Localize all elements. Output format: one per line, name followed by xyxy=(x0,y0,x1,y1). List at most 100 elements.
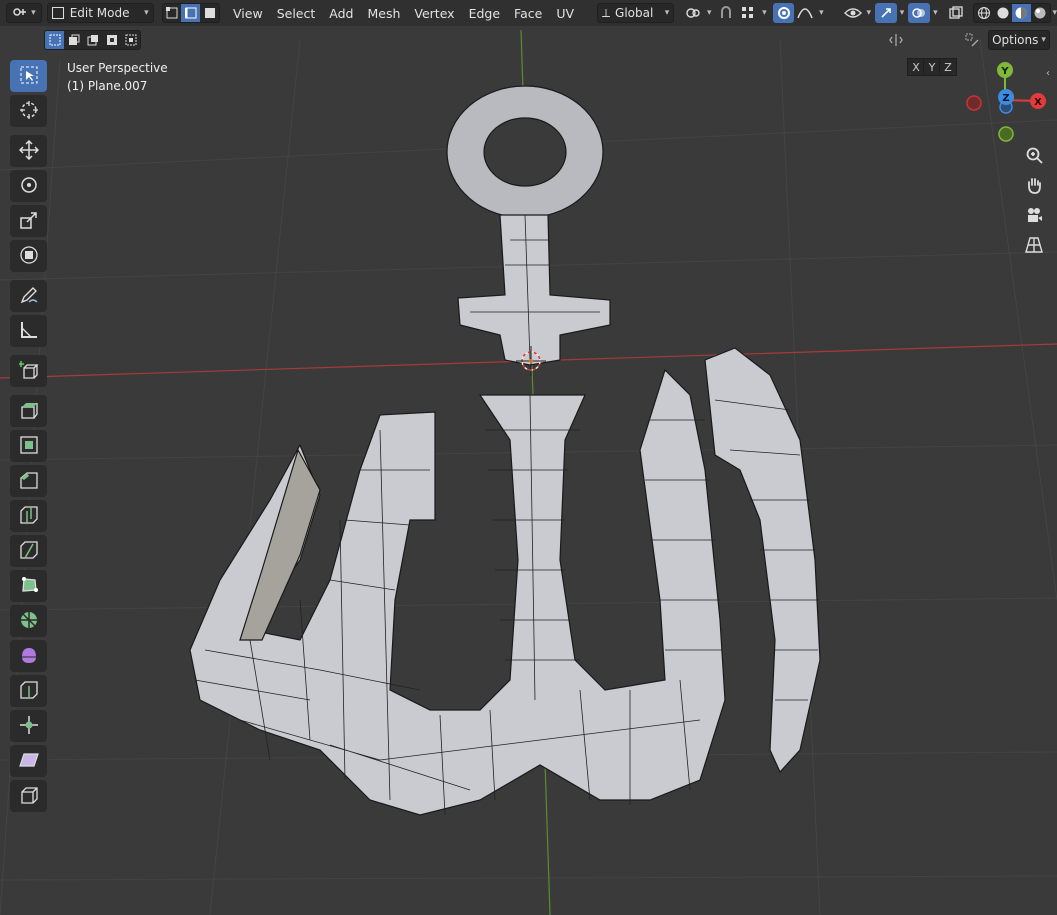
chevron-down-icon: ▾ xyxy=(664,8,670,18)
smooth-icon xyxy=(19,645,39,668)
rip-region-icon xyxy=(19,785,39,808)
perspective-toggle-button[interactable] xyxy=(1021,233,1047,259)
navigation-gizmo[interactable]: Y Z X xyxy=(960,60,1050,150)
camera-view-button[interactable] xyxy=(1021,203,1047,229)
menu-edge[interactable]: Edge xyxy=(462,6,507,21)
mode-dropdown[interactable]: Edit Mode ▾ xyxy=(46,3,154,23)
menu-uv[interactable]: UV xyxy=(549,6,581,21)
face-select-button[interactable] xyxy=(200,4,219,22)
proportional-edit-icon[interactable] xyxy=(772,3,795,23)
grid-perspective-icon xyxy=(1025,236,1043,257)
menu-vertex[interactable]: Vertex xyxy=(407,6,461,21)
gizmo-toggle-icon[interactable] xyxy=(875,3,897,23)
menu-select[interactable]: Select xyxy=(270,6,323,21)
rip-region-tool[interactable] xyxy=(10,780,47,812)
menu-view[interactable]: View xyxy=(226,6,270,21)
3d-viewport[interactable] xyxy=(0,0,1057,915)
rotate-tool[interactable] xyxy=(10,170,47,202)
ruler-icon xyxy=(19,320,39,343)
pencil-icon xyxy=(19,285,39,308)
orientation-icon: ⟂ xyxy=(602,5,611,20)
neg-x-axis-dot[interactable] xyxy=(966,95,982,111)
transform-icon xyxy=(19,245,39,268)
scale-icon xyxy=(19,210,39,233)
snap-toggle-icon[interactable] xyxy=(716,3,738,23)
material-shading-icon[interactable] xyxy=(1011,4,1031,22)
options-dropdown[interactable]: Options ▾ xyxy=(988,30,1050,50)
chevron-down-icon: ▾ xyxy=(144,8,149,18)
poly-build-tool[interactable] xyxy=(10,570,47,602)
shear-icon xyxy=(18,751,40,772)
mirror-z-toggle[interactable]: Z xyxy=(939,58,957,76)
inset-tool[interactable] xyxy=(10,430,47,462)
camera-icon xyxy=(1025,206,1043,227)
bevel-tool[interactable] xyxy=(10,465,47,497)
pivot-point-icon[interactable] xyxy=(682,3,704,23)
x-axis-label: X xyxy=(1034,97,1042,108)
vertex-select-button[interactable] xyxy=(163,4,182,22)
move-icon xyxy=(18,139,39,163)
bevel-icon xyxy=(19,470,39,493)
smooth-tool[interactable] xyxy=(10,640,47,672)
editor-type-button[interactable]: ▾ xyxy=(6,3,42,23)
xray-toggle-icon[interactable] xyxy=(946,3,968,23)
scale-tool[interactable] xyxy=(10,205,47,237)
hand-icon xyxy=(1025,176,1043,197)
spin-tool[interactable] xyxy=(10,605,47,637)
move-tool[interactable] xyxy=(10,135,47,167)
chevron-down-icon: ▾ xyxy=(762,8,767,18)
orientation-label: Global xyxy=(615,6,654,20)
chevron-down-icon: ▾ xyxy=(1052,8,1057,18)
pan-button[interactable] xyxy=(1021,173,1047,199)
visibility-icon[interactable] xyxy=(842,3,864,23)
overlays-icon[interactable] xyxy=(908,3,931,23)
mode-label: Edit Mode xyxy=(69,6,130,20)
solid-shading-icon[interactable] xyxy=(993,4,1012,22)
neg-y-axis-dot[interactable] xyxy=(998,126,1014,142)
object-icon xyxy=(12,5,28,22)
falloff-icon[interactable] xyxy=(794,3,816,23)
measure-tool[interactable] xyxy=(10,315,47,347)
snap-increment-icon[interactable] xyxy=(737,3,759,23)
menu-add[interactable]: Add xyxy=(322,6,360,21)
extrude-icon xyxy=(19,400,39,423)
selection-mode-group xyxy=(44,30,141,50)
loop-cut-tool[interactable] xyxy=(10,500,47,532)
select-new-icon[interactable] xyxy=(45,31,64,49)
sidebar-toggle-icon[interactable]: ‹ xyxy=(1046,68,1050,79)
orientation-dropdown[interactable]: ⟂ Global ▾ xyxy=(597,3,675,23)
add-cube-tool[interactable] xyxy=(10,355,47,387)
edit-mode-icon xyxy=(51,7,64,19)
loop-cut-icon xyxy=(19,505,39,528)
view-perspective-label: User Perspective xyxy=(67,61,168,75)
select-extend-icon[interactable] xyxy=(64,31,83,49)
add-cube-icon xyxy=(17,360,39,383)
menu-face[interactable]: Face xyxy=(507,6,549,21)
extrude-tool[interactable] xyxy=(10,395,47,427)
auto-merge-icon[interactable] xyxy=(961,30,983,50)
chevron-down-icon: ▾ xyxy=(31,8,36,18)
rendered-shading-icon[interactable] xyxy=(1031,4,1050,22)
wireframe-shading-icon[interactable] xyxy=(974,4,993,22)
select-box-tool[interactable] xyxy=(10,60,47,92)
edge-select-button[interactable] xyxy=(181,4,201,22)
annotate-tool[interactable] xyxy=(10,280,47,312)
cursor-tool[interactable] xyxy=(10,95,47,127)
menu-mesh[interactable]: Mesh xyxy=(360,6,407,21)
tool-settings-bar: X Y Z Options ▾ xyxy=(0,26,1057,76)
mirror-icon[interactable] xyxy=(885,30,907,50)
select-intersect-icon[interactable] xyxy=(121,31,140,49)
select-subtract-icon[interactable] xyxy=(83,31,102,49)
edge-slide-icon xyxy=(19,680,39,703)
chevron-down-icon: ▾ xyxy=(899,8,905,18)
shrink-fatten-tool[interactable] xyxy=(10,710,47,742)
edge-slide-tool[interactable] xyxy=(10,675,47,707)
y-axis-label: Y xyxy=(1000,66,1009,77)
3d-cursor-icon xyxy=(19,100,39,123)
transform-tool[interactable] xyxy=(10,240,47,272)
select-invert-icon[interactable] xyxy=(102,31,121,49)
shear-tool[interactable] xyxy=(10,745,47,777)
zoom-button[interactable] xyxy=(1021,143,1047,169)
knife-tool[interactable] xyxy=(10,535,47,567)
chevron-down-icon: ▾ xyxy=(819,8,824,18)
